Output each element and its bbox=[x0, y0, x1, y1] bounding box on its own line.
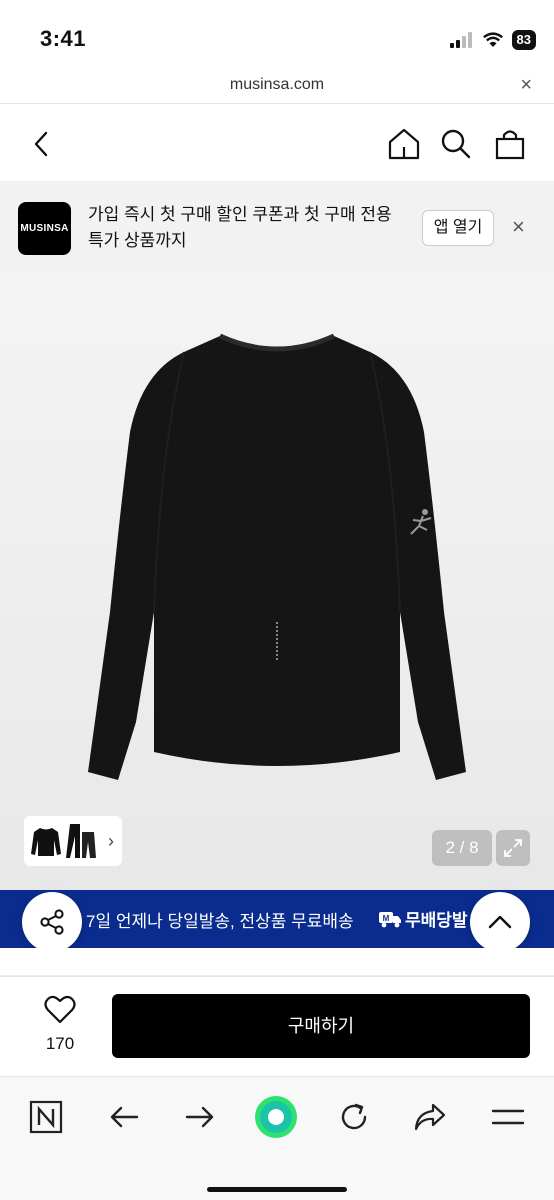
status-icons: 83 bbox=[449, 30, 536, 50]
close-icon[interactable]: × bbox=[512, 214, 525, 240]
home-button[interactable] bbox=[384, 124, 424, 164]
green-dot-button[interactable] bbox=[254, 1095, 298, 1139]
search-icon[interactable] bbox=[440, 128, 472, 160]
url-text[interactable]: musinsa.com bbox=[0, 76, 554, 94]
musinsa-logo: MUSINSA bbox=[18, 202, 71, 255]
banner-text: 가입 즉시 첫 구매 할인 쿠폰과 첫 구매 전용 특가 상품까지 bbox=[88, 205, 392, 250]
free-delivery-badge: M 무배당발 bbox=[378, 906, 468, 931]
chevron-right-icon[interactable]: › bbox=[108, 831, 114, 852]
like-button[interactable]: 170 bbox=[30, 995, 90, 1054]
signal-icon bbox=[449, 32, 472, 48]
back-button[interactable] bbox=[22, 124, 62, 164]
like-count: 170 bbox=[45, 1034, 75, 1053]
browser-url-bar[interactable]: musinsa.com × bbox=[0, 72, 554, 104]
expand-icon[interactable] bbox=[502, 837, 524, 859]
home-indicator bbox=[207, 1187, 347, 1192]
promo-badge-label: 무배당발 bbox=[405, 911, 468, 930]
home-icon[interactable] bbox=[387, 127, 421, 161]
hamburger-menu-icon[interactable] bbox=[491, 1107, 525, 1127]
cart-button[interactable] bbox=[490, 124, 530, 164]
site-header bbox=[0, 104, 554, 182]
thumbnail-strip[interactable]: › bbox=[24, 816, 122, 866]
back-nav-button[interactable] bbox=[102, 1095, 146, 1139]
promo-text: 7일 언제나 당일발송, 전상품 무료배송 bbox=[86, 912, 354, 931]
search-button[interactable] bbox=[436, 124, 476, 164]
naver-green-dot-icon[interactable] bbox=[254, 1095, 298, 1139]
status-time: 3:41 bbox=[40, 26, 87, 51]
forward-share-icon[interactable] bbox=[413, 1102, 447, 1132]
battery-indicator: 83 bbox=[511, 30, 536, 50]
share-button[interactable] bbox=[22, 892, 82, 952]
delivery-truck-icon: M bbox=[379, 911, 401, 927]
share-icon[interactable] bbox=[38, 908, 66, 936]
arrow-right-icon[interactable] bbox=[184, 1105, 216, 1129]
share-page-button[interactable] bbox=[408, 1095, 452, 1139]
scroll-top-button[interactable] bbox=[470, 892, 530, 952]
arrow-left-icon[interactable] bbox=[108, 1105, 140, 1129]
menu-button[interactable] bbox=[486, 1095, 530, 1139]
browser-toolbar bbox=[0, 1076, 554, 1200]
shopping-bag-icon[interactable] bbox=[495, 128, 525, 160]
thumbnail-image[interactable] bbox=[30, 824, 62, 858]
chevron-up-icon[interactable] bbox=[487, 914, 513, 930]
buy-button[interactable]: 구매하기 bbox=[112, 994, 530, 1058]
content-peek bbox=[0, 948, 554, 976]
product-image[interactable] bbox=[40, 312, 514, 782]
refresh-button[interactable] bbox=[332, 1095, 376, 1139]
open-app-button[interactable]: 앱 열기 bbox=[422, 210, 494, 246]
close-icon[interactable]: × bbox=[520, 74, 532, 97]
product-image-gallery[interactable]: › 2 / 8 bbox=[0, 272, 554, 890]
status-bar: 3:41 83 bbox=[0, 0, 554, 72]
image-counter: 2 / 8 bbox=[432, 830, 492, 866]
purchase-bar: 170 구매하기 bbox=[0, 976, 554, 1076]
chevron-left-icon[interactable] bbox=[30, 130, 54, 158]
naver-n-icon[interactable] bbox=[29, 1100, 63, 1134]
refresh-icon[interactable] bbox=[338, 1101, 370, 1133]
thumbnail-image[interactable] bbox=[66, 822, 98, 860]
wifi-icon bbox=[482, 32, 503, 47]
heart-icon[interactable] bbox=[44, 995, 76, 1025]
naver-button[interactable] bbox=[24, 1095, 68, 1139]
expand-button[interactable] bbox=[496, 830, 530, 866]
forward-nav-button[interactable] bbox=[178, 1095, 222, 1139]
svg-text:M: M bbox=[383, 914, 390, 923]
